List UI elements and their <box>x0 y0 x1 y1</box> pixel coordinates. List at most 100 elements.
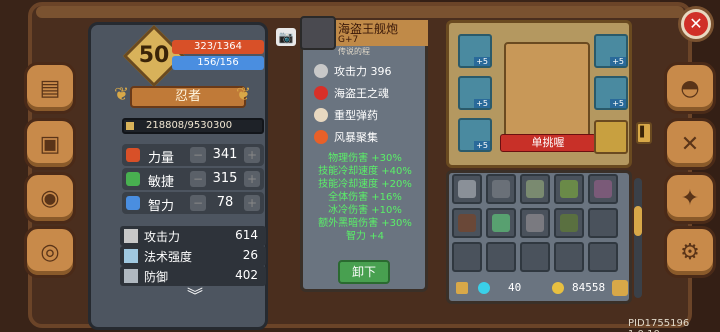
inventory-scrollbar[interactable] <box>634 178 642 298</box>
equip-slot-ring[interactable]: +5 <box>458 76 492 110</box>
helmet-button[interactable]: ◓ <box>664 62 716 114</box>
shield-icon <box>124 269 138 283</box>
class-name: 忍者 <box>130 86 246 108</box>
lock-icon[interactable] <box>456 282 468 294</box>
unequip-button[interactable]: 卸下 <box>338 260 390 284</box>
attribute-row-intelligence: 智力 − 78 + <box>122 192 264 214</box>
item-stat-text: 风暴聚集 <box>334 131 378 144</box>
camera-button[interactable]: 📷 <box>276 28 296 46</box>
item-stat-text: 海盗王之魂 <box>334 87 389 100</box>
item-bonus: 技能冷却速度 +20% <box>318 179 412 190</box>
item-stat: 重型弹药 <box>312 106 424 124</box>
compass-button[interactable]: ✦ <box>664 172 716 224</box>
equip-slot-armor[interactable]: +5 <box>594 76 628 110</box>
item-stat: 攻击力 396 <box>312 62 424 80</box>
slot-plus-label: +5 <box>474 57 490 66</box>
xp-icon <box>126 122 134 130</box>
level-value: 50 <box>138 43 170 68</box>
minus-button[interactable]: − <box>190 147 206 163</box>
close-button[interactable]: ✕ <box>678 6 714 42</box>
item-bonus: 物理伤害 +30% <box>328 153 402 164</box>
cannon-icon <box>300 16 336 50</box>
gem-count: 40 <box>508 281 522 294</box>
settings-button[interactable]: ⚙ <box>664 226 716 278</box>
inventory-slot[interactable] <box>452 174 482 204</box>
slot-plus-label: +5 <box>474 141 490 150</box>
shop-button[interactable] <box>612 280 628 296</box>
skills-button[interactable]: ✕ <box>664 118 716 170</box>
inventory-slot[interactable] <box>588 174 618 204</box>
minus-button[interactable]: − <box>190 171 206 187</box>
attribute-label: 力量 <box>148 151 175 166</box>
inventory-slot[interactable] <box>588 242 618 272</box>
skull-icon <box>314 86 328 100</box>
item-bonus: 额外黑暗伤害 +30% <box>318 218 412 229</box>
slot-plus-label: +5 <box>474 99 490 108</box>
inventory-slot[interactable] <box>452 242 482 272</box>
equip-tab-button[interactable]: ▌ <box>636 122 652 144</box>
plus-button[interactable]: + <box>244 171 260 187</box>
minus-button[interactable]: − <box>190 195 206 211</box>
equip-slot-weapon[interactable] <box>594 120 628 154</box>
plus-button[interactable]: + <box>244 195 260 211</box>
book-button[interactable]: ▤ <box>24 62 76 114</box>
attribute-row-strength: 力量 − 341 + <box>122 144 264 166</box>
inventory-slot[interactable] <box>520 174 550 204</box>
attribute-label: 智力 <box>148 199 175 214</box>
compass-icon: ✦ <box>680 185 700 211</box>
camera-icon: 📷 <box>278 30 294 44</box>
drive-button[interactable]: ◎ <box>24 226 76 278</box>
inventory-scroll-thumb[interactable] <box>634 206 642 236</box>
item-bonus: 技能冷却速度 +40% <box>318 166 412 177</box>
stat-row-spell-power: 法术强度 26 <box>120 246 266 266</box>
camera-film-icon: ◉ <box>40 185 60 211</box>
frame-top-bar <box>36 6 684 18</box>
inventory-slot[interactable] <box>486 208 516 238</box>
ammo-icon <box>314 108 328 122</box>
item-bonus: 全体伤害 +16% <box>328 192 402 203</box>
inventory-slot[interactable] <box>588 208 618 238</box>
item-bonus: 智力 +4 <box>346 231 384 242</box>
steering-icon: ◎ <box>40 239 60 265</box>
inventory-slot[interactable] <box>486 242 516 272</box>
version-label: PID1755196 1.0.10 <box>628 318 690 332</box>
coin-icon <box>552 282 564 294</box>
laurel-left-icon: ❦ <box>114 84 130 105</box>
equip-slot-gloves[interactable]: +5 <box>458 118 492 152</box>
wand-icon <box>124 249 138 263</box>
inventory-slot[interactable] <box>452 208 482 238</box>
stat-value: 402 <box>235 268 258 282</box>
feather-icon <box>126 172 140 186</box>
sword-icon <box>314 64 328 78</box>
equip-slot-necklace[interactable]: +5 <box>458 34 492 68</box>
attribute-value: 315 <box>212 171 238 186</box>
inventory-slot[interactable] <box>554 174 584 204</box>
plus-button[interactable]: + <box>244 147 260 163</box>
character-portrait <box>504 42 590 142</box>
item-stat: 风暴聚集 <box>312 128 424 146</box>
inventory-slot[interactable] <box>554 208 584 238</box>
film-button[interactable]: ◉ <box>24 172 76 224</box>
inventory-slot[interactable] <box>520 242 550 272</box>
gear-icon: ⚙ <box>680 239 700 265</box>
chevron-down-icon[interactable]: ︾ <box>178 288 212 304</box>
stat-label: 法术强度 <box>144 250 193 264</box>
item-subtitle: 传说的程 <box>338 47 370 56</box>
stat-value: 26 <box>242 248 258 262</box>
stat-row-attack: 攻击力 614 <box>120 226 266 246</box>
equip-slot-helmet[interactable]: +5 <box>594 34 628 68</box>
attribute-value: 78 <box>216 195 234 210</box>
item-stat-text: 攻击力 396 <box>334 65 392 78</box>
item-stat: 海盗王之魂 <box>312 84 424 102</box>
close-icon: ✕ <box>684 12 708 36</box>
map-button[interactable]: ▣ <box>24 118 76 170</box>
map-icon: ▣ <box>39 131 61 157</box>
item-stat-text: 重型弹药 <box>334 109 378 122</box>
stat-value: 614 <box>235 228 258 242</box>
inventory-slot[interactable] <box>486 174 516 204</box>
attribute-value: 341 <box>212 147 238 162</box>
inventory-slot[interactable] <box>520 208 550 238</box>
xp-bar: 218808/9530300 <box>122 118 264 134</box>
sword-icon <box>124 229 138 243</box>
inventory-slot[interactable] <box>554 242 584 272</box>
